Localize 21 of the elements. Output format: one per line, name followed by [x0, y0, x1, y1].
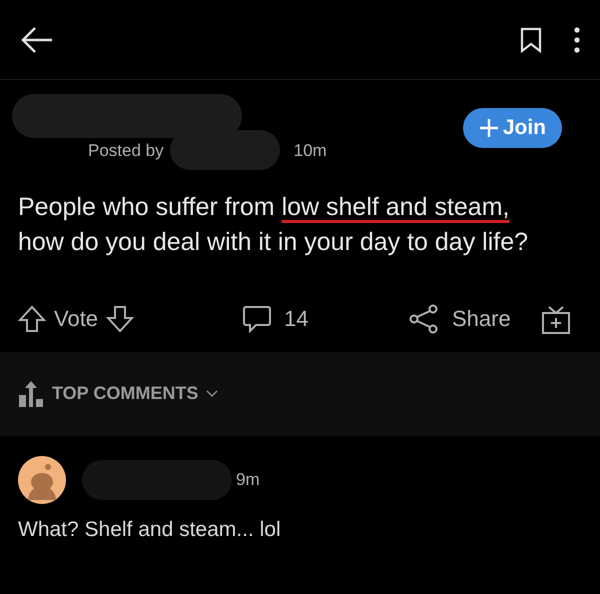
post-time: 10m [294, 140, 327, 162]
bookmark-icon[interactable] [520, 26, 542, 52]
podium-icon [18, 380, 44, 408]
comment-bubble-icon[interactable] [242, 304, 272, 334]
share-icon[interactable] [408, 302, 440, 334]
comment-count: 14 [284, 305, 308, 333]
comment-text: What? Shelf and steam... lol [18, 516, 282, 542]
sort-label[interactable]: TOP COMMENTS [52, 380, 198, 407]
posted-by-label: Posted by [88, 140, 164, 162]
avatar-icon [18, 456, 66, 504]
join-button[interactable]: Join [462, 108, 562, 148]
comment-time: 9m [236, 468, 260, 491]
back-arrow-icon[interactable] [20, 24, 54, 54]
more-options-icon[interactable] [574, 26, 580, 52]
vote-label: Vote [54, 305, 98, 333]
share-label: Share [452, 305, 511, 333]
upvote-arrow-icon[interactable] [18, 304, 46, 332]
post-title: People who suffer from low shelf and steam, how do you deal with it in your day to day life? [18, 192, 530, 258]
plus-icon [478, 118, 499, 138]
chevron-down-icon[interactable] [206, 390, 218, 398]
downvote-arrow-icon[interactable] [106, 304, 134, 332]
